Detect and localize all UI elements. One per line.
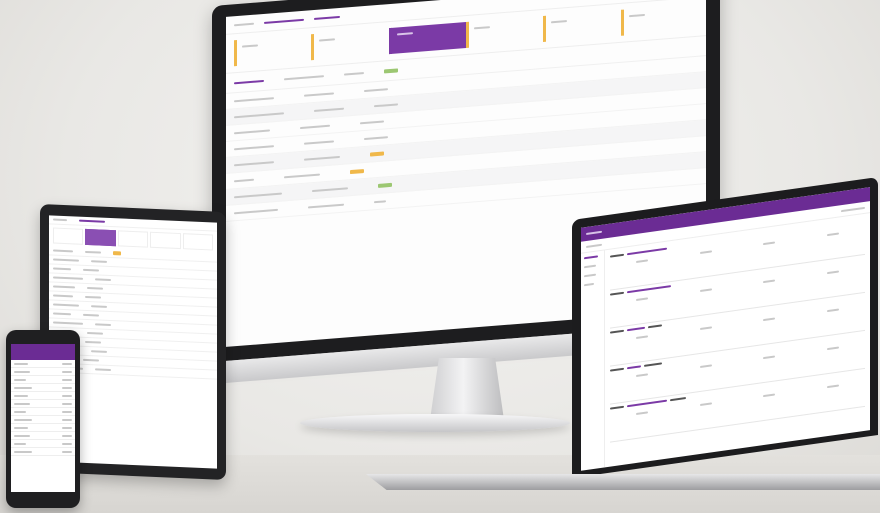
summary-stat-card-active[interactable]	[85, 228, 116, 247]
status-badge	[384, 67, 398, 73]
breadcrumb-link-line[interactable]	[264, 18, 304, 24]
list-item[interactable]	[11, 448, 75, 456]
smartphone-device	[6, 330, 80, 508]
phone-screen	[11, 344, 75, 492]
summary-stat-card[interactable]	[465, 15, 544, 49]
list-item[interactable]	[11, 408, 75, 416]
list-item[interactable]	[11, 416, 75, 424]
list-item[interactable]	[11, 360, 75, 368]
summary-stat-card-active[interactable]	[388, 22, 466, 55]
summary-stat-card[interactable]	[53, 227, 84, 245]
status-badge	[350, 168, 364, 174]
laptop-lid	[572, 176, 878, 478]
list-item[interactable]	[11, 432, 75, 440]
laptop-base	[366, 474, 880, 490]
sidebar-item[interactable]	[584, 273, 596, 278]
monitor-stand-neck	[430, 358, 504, 420]
laptop-main-list	[605, 213, 870, 467]
breadcrumb-link-line[interactable]	[314, 15, 340, 20]
list-item[interactable]	[11, 384, 75, 392]
summary-stat-card[interactable]	[150, 231, 181, 250]
status-badge	[370, 150, 384, 157]
summary-stat-card[interactable]	[117, 230, 149, 248]
laptop-screen	[581, 187, 870, 471]
list-item[interactable]	[11, 376, 75, 384]
laptop-sidebar	[581, 250, 605, 471]
list-item[interactable]	[11, 392, 75, 400]
monitor-stand-base	[300, 414, 570, 432]
list-item[interactable]	[11, 400, 75, 408]
sidebar-item[interactable]	[584, 282, 594, 287]
summary-stat-card[interactable]	[620, 3, 698, 36]
list-item[interactable]	[11, 424, 75, 432]
sidebar-item[interactable]	[584, 255, 598, 260]
summary-stat-card[interactable]	[182, 233, 214, 251]
status-badge	[378, 182, 392, 188]
app-title-line	[234, 22, 254, 26]
list-item[interactable]	[11, 440, 75, 448]
summary-stat-card[interactable]	[543, 9, 621, 42]
summary-stat-card[interactable]	[311, 28, 389, 61]
phone-app-bar	[11, 344, 75, 360]
list-item[interactable]	[11, 368, 75, 376]
sidebar-item[interactable]	[584, 264, 596, 269]
summary-stat-card[interactable]	[234, 34, 312, 67]
